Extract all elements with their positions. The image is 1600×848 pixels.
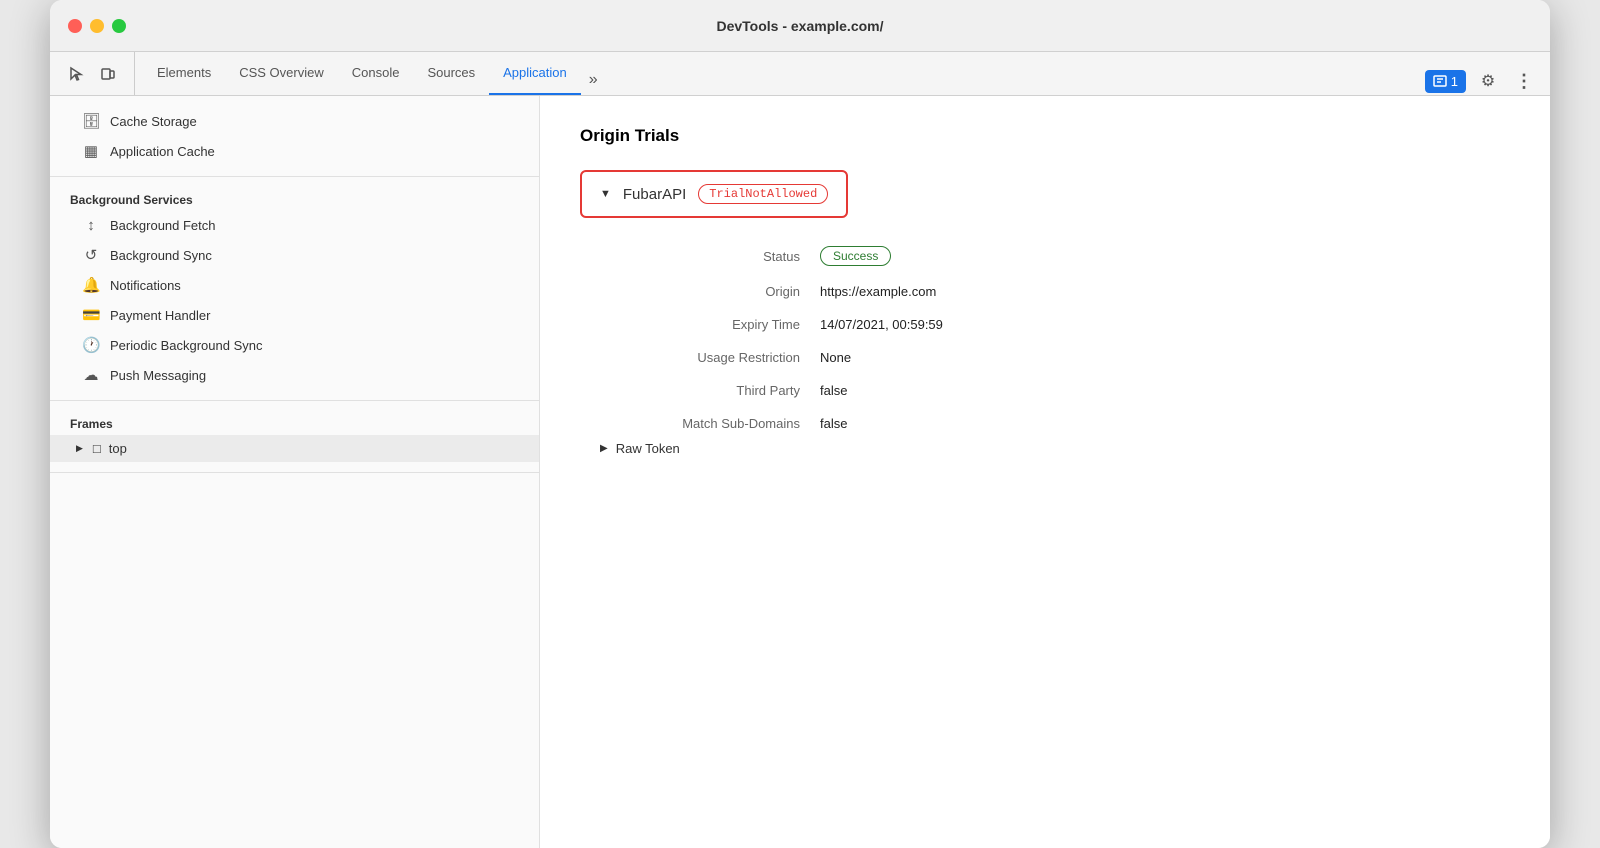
api-name: FubarAPI (623, 186, 686, 203)
background-services-title: Background Services (50, 187, 539, 211)
close-button[interactable] (68, 19, 82, 33)
tabbar-tools (62, 52, 135, 95)
origin-label: Origin (600, 284, 820, 299)
device-toggle-button[interactable] (94, 60, 122, 88)
updown-icon: ↕ (82, 217, 100, 234)
expiry-time-label: Expiry Time (600, 317, 820, 332)
more-options-button[interactable]: ⋮ (1510, 67, 1538, 95)
sidebar-item-top-frame[interactable]: ▶ □ top (50, 435, 539, 462)
success-badge: Success (820, 246, 891, 266)
sync-icon: ↺ (82, 246, 100, 264)
match-subdomains-value: false (820, 416, 1510, 431)
tab-application[interactable]: Application (489, 52, 581, 95)
sidebar: 🗄 Cache Storage ▦ Application Cache Back… (50, 96, 540, 848)
tabbar-right-actions: 1 ⚙ ⋮ (1425, 67, 1538, 95)
sidebar-item-background-sync[interactable]: ↺ Background Sync (50, 240, 539, 270)
content-title: Origin Trials (580, 126, 1510, 146)
storage-section: 🗄 Cache Storage ▦ Application Cache (50, 96, 539, 177)
tab-elements[interactable]: Elements (143, 52, 225, 95)
main-area: 🗄 Cache Storage ▦ Application Cache Back… (50, 96, 1550, 848)
tab-more-button[interactable]: » (581, 65, 606, 95)
card-icon: 💳 (82, 306, 100, 324)
usage-restriction-label: Usage Restriction (600, 350, 820, 365)
frames-section: Frames ▶ □ top (50, 401, 539, 473)
frames-title: Frames (50, 411, 539, 435)
titlebar: DevTools - example.com/ (50, 0, 1550, 52)
cursor-tool-button[interactable] (62, 60, 90, 88)
sidebar-item-push-messaging[interactable]: ☁ Push Messaging (50, 360, 539, 390)
match-subdomains-label: Match Sub-Domains (600, 416, 820, 431)
expiry-time-value: 14/07/2021, 00:59:59 (820, 317, 1510, 332)
background-services-section: Background Services ↕ Background Fetch ↺… (50, 177, 539, 401)
issues-badge-button[interactable]: 1 (1425, 70, 1466, 93)
sidebar-item-cache-storage[interactable]: 🗄 Cache Storage (50, 106, 539, 136)
status-value: Success (820, 246, 1510, 266)
usage-restriction-value: None (820, 350, 1510, 365)
tab-css-overview[interactable]: CSS Overview (225, 52, 338, 95)
content-panel: Origin Trials ▼ FubarAPI TrialNotAllowed… (540, 96, 1550, 848)
sidebar-item-background-fetch[interactable]: ↕ Background Fetch (50, 211, 539, 240)
third-party-value: false (820, 383, 1510, 398)
details-table: Status Success Origin https://example.co… (600, 246, 1510, 431)
tabbar: Elements CSS Overview Console Sources Ap… (50, 52, 1550, 96)
tab-console[interactable]: Console (338, 52, 414, 95)
database-icon: 🗄 (82, 112, 100, 130)
bell-icon: 🔔 (82, 276, 100, 294)
issues-count: 1 (1451, 74, 1458, 89)
raw-token-label: Raw Token (616, 441, 680, 456)
clock-icon: 🕐 (82, 336, 100, 354)
trial-not-allowed-badge: TrialNotAllowed (698, 184, 828, 204)
sidebar-item-notifications[interactable]: 🔔 Notifications (50, 270, 539, 300)
api-expand-arrow: ▼ (600, 188, 611, 200)
grid-icon: ▦ (82, 142, 100, 160)
frame-icon: □ (93, 441, 101, 456)
window-title: DevTools - example.com/ (716, 18, 883, 34)
devtools-window: DevTools - example.com/ Elements CSS Ove… (50, 0, 1550, 848)
tab-sources[interactable]: Sources (413, 52, 489, 95)
window-controls (68, 19, 126, 33)
api-row[interactable]: ▼ FubarAPI TrialNotAllowed (580, 170, 848, 218)
origin-value: https://example.com (820, 284, 1510, 299)
sidebar-item-periodic-background-sync[interactable]: 🕐 Periodic Background Sync (50, 330, 539, 360)
status-label: Status (600, 249, 820, 264)
settings-button[interactable]: ⚙ (1474, 67, 1502, 95)
minimize-button[interactable] (90, 19, 104, 33)
sidebar-item-payment-handler[interactable]: 💳 Payment Handler (50, 300, 539, 330)
raw-token-expand-arrow: ▶ (600, 443, 608, 454)
expand-icon: ▶ (76, 443, 83, 454)
sidebar-item-application-cache[interactable]: ▦ Application Cache (50, 136, 539, 166)
cloud-icon: ☁ (82, 366, 100, 384)
third-party-label: Third Party (600, 383, 820, 398)
maximize-button[interactable] (112, 19, 126, 33)
raw-token-row[interactable]: ▶ Raw Token (600, 441, 1510, 456)
